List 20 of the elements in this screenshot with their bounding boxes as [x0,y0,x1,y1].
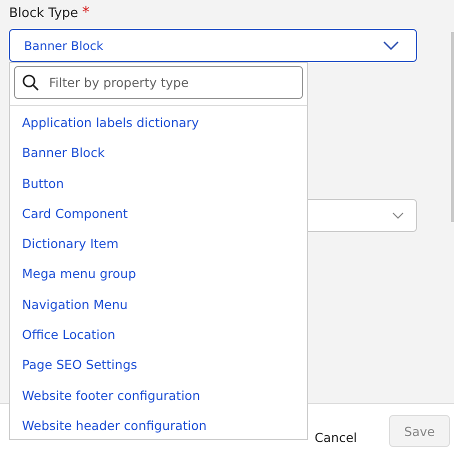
block-type-select[interactable]: Banner Block [9,29,417,62]
dropdown-option[interactable]: Page SEO Settings [10,350,307,381]
dropdown-option[interactable]: Navigation Menu [10,290,307,320]
dropdown-option[interactable]: Button [10,168,307,199]
dropdown-option[interactable]: Application labels dictionary [10,108,307,138]
chevron-down-icon [383,41,399,50]
search-field[interactable]: Filter by property type [14,66,303,99]
required-mark: * [82,4,90,20]
dropdown-option[interactable]: Dictionary Item [10,229,307,260]
cancel-button[interactable]: Cancel [310,426,375,448]
search-icon [22,74,39,91]
dropdown-option[interactable]: Banner Block [10,138,307,169]
dropdown-option[interactable]: Office Location [10,320,307,350]
dropdown-option[interactable]: Mega menu group [10,259,307,290]
scrollbar[interactable] [451,32,454,222]
field-label: Block Type [9,5,78,23]
chevron-down-icon [392,212,404,219]
dropdown-option[interactable]: Card Component [10,198,307,230]
dropdown-option[interactable]: Website header configuration [10,410,307,442]
dropdown-option[interactable]: Website footer configuration [10,380,307,411]
